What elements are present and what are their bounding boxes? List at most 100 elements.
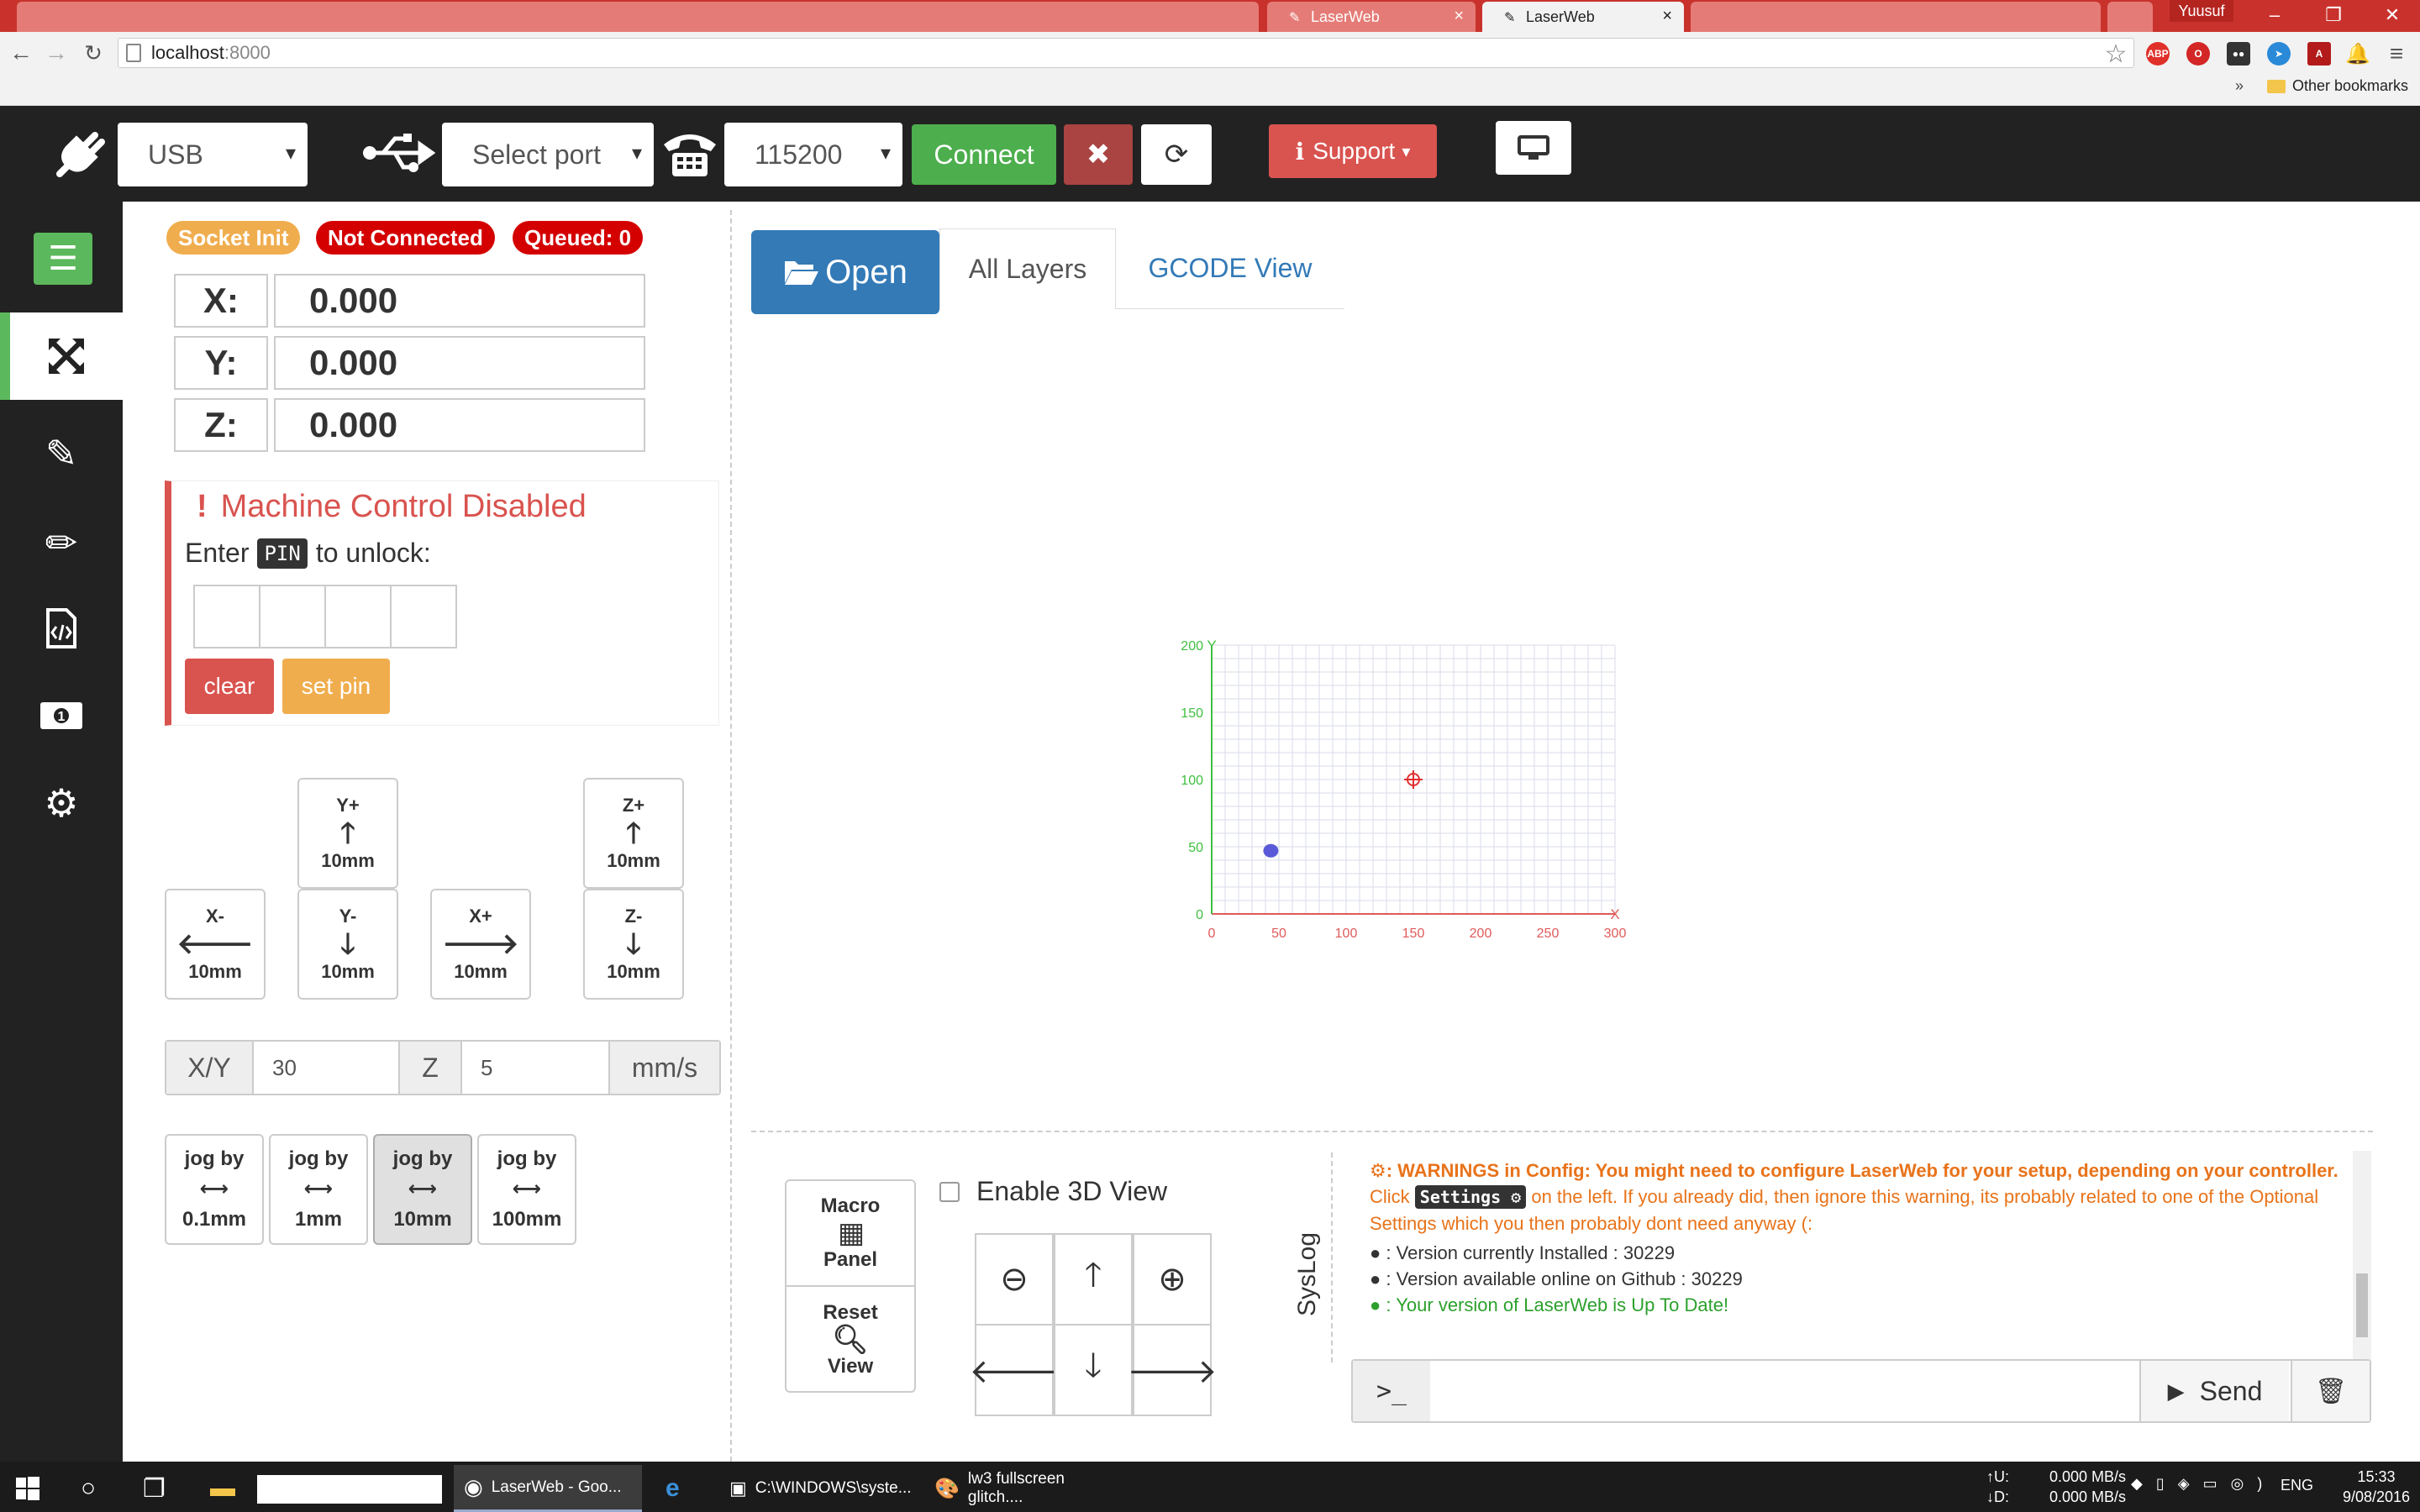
syslog-scroll-thumb[interactable]	[2356, 1273, 2368, 1337]
panel-divider	[730, 210, 732, 1462]
sidebar-item-edit[interactable]: ✎	[0, 410, 123, 497]
z-feed-input[interactable]: 5	[464, 1042, 607, 1094]
close-window-icon[interactable]: ✕	[2363, 0, 2420, 30]
dro-z-label: Z:	[174, 398, 268, 452]
jog-y-plus-button[interactable]: Y+ 🡑 10mm	[297, 778, 398, 889]
adblock-icon[interactable]: ABP	[2146, 42, 2170, 66]
reload-icon[interactable]: ↻	[79, 37, 108, 69]
bookmark-star-icon[interactable]: ☆	[2102, 40, 2129, 68]
cortana-button[interactable]: ○	[71, 1465, 106, 1512]
lower-divider	[751, 1131, 2373, 1132]
close-tab-icon[interactable]: ×	[1454, 7, 1464, 26]
support-button[interactable]: ℹ Support ▾	[1269, 124, 1437, 178]
profile-badge[interactable]: Yuusuf	[2170, 0, 2233, 22]
pin-digit-2[interactable]	[259, 585, 326, 648]
cortana-icon: ○	[81, 1474, 97, 1502]
sidebar-menu-button[interactable]: ☰	[34, 233, 92, 285]
baud-select[interactable]: 115200 ▾	[724, 123, 902, 186]
jog-by-100mm-button[interactable]: jog by ⟷ 100mm	[477, 1134, 576, 1245]
display-button[interactable]	[1496, 121, 1571, 175]
log-entry-installed: ● : Version currently Installed : 30229	[1370, 1242, 1676, 1263]
chrome-menu-icon[interactable]: ≡	[2385, 40, 2408, 66]
taskbar-cmd[interactable]: ▣ C:\WINDOWS\syste...	[719, 1465, 912, 1512]
workspace-plot[interactable]: X Y 0 50 100 150 200 250 300 0 50 100 150 200	[1118, 454, 1975, 1042]
taskbar-search-box[interactable]	[257, 1475, 442, 1504]
back-icon[interactable]: ←	[7, 37, 35, 69]
incognito-icon[interactable]: ●●	[2227, 42, 2250, 66]
zoom-out-button[interactable]: ⊖	[975, 1233, 1054, 1326]
restore-icon[interactable]: ❐	[2304, 0, 2363, 30]
zoom-in-button[interactable]: ⊕	[1133, 1233, 1212, 1326]
jog-z-minus-button[interactable]: Z- 🡓 10mm	[583, 889, 684, 1000]
language-indicator[interactable]: ENG	[2281, 1477, 2313, 1494]
start-button[interactable]	[5, 1465, 50, 1512]
sidebar-item-draw[interactable]: ✏	[0, 499, 123, 586]
browser-tab-laserweb-active[interactable]: ✎ LaserWeb ×	[1482, 2, 1684, 32]
syslog-label: SysLog	[1293, 1231, 1321, 1317]
arrow-down-icon: 🡓	[626, 928, 641, 960]
browser-tab-4[interactable]	[1691, 2, 2101, 32]
windows-logo-icon	[16, 1477, 39, 1500]
plot-ticks: 0 50 100 150 200 250 300 0 50 100 150 200	[1181, 639, 1626, 941]
pin-digit-3[interactable]	[324, 585, 392, 648]
task-view-button[interactable]: ❐	[133, 1465, 176, 1512]
enable-3d-checkbox[interactable]	[939, 1181, 960, 1202]
disconnect-button[interactable]: ✖	[1064, 124, 1133, 185]
send-button[interactable]: ▶ Send	[2139, 1361, 2289, 1421]
tab-all-layers[interactable]: All Layers	[939, 228, 1116, 309]
tray-icons[interactable]: ◆▯◈▭◎)	[2131, 1475, 2275, 1493]
file-explorer-button[interactable]: ▬	[200, 1465, 245, 1512]
pan-left-button[interactable]: 🡐	[969, 1324, 1060, 1416]
pin-digit-4[interactable]	[390, 585, 457, 648]
sidebar-item-quote[interactable]: 1	[0, 672, 123, 759]
dro-x-value: 0.000	[274, 274, 645, 328]
macro-panel-button[interactable]: Macro ▦ Panel	[786, 1181, 914, 1287]
enable-3d-toggle[interactable]: Enable 3D View	[939, 1176, 1167, 1207]
new-tab-button[interactable]	[2107, 2, 2153, 32]
taskbar-edge[interactable]: e	[655, 1465, 690, 1512]
refresh-ports-button[interactable]: ⟳	[1141, 124, 1212, 185]
bookmarks-overflow-icon[interactable]: »	[2235, 77, 2244, 95]
forward-icon[interactable]: →	[42, 37, 71, 69]
browser-tab-laserweb-1[interactable]: ✎ LaserWeb ×	[1267, 2, 1476, 32]
xy-feed-input[interactable]: 30	[255, 1042, 397, 1094]
clock[interactable]: 15:33 9/08/2016	[2336, 1467, 2417, 1507]
jog-by-0.1mm-button[interactable]: jog by ⟷ 0.1mm	[165, 1134, 264, 1245]
pin-digit-1[interactable]	[193, 585, 260, 648]
jog-x-minus-button[interactable]: X- 🡐 10mm	[165, 889, 266, 1000]
connection-type-select[interactable]: USB ▾	[118, 123, 308, 186]
pan-up-button[interactable]: 🡑	[1054, 1233, 1133, 1326]
minimize-icon[interactable]: –	[2245, 0, 2304, 30]
sidebar-item-settings[interactable]: ⚙	[0, 759, 123, 847]
jog-by-10mm-button[interactable]: jog by ⟷ 10mm	[373, 1134, 472, 1245]
port-select[interactable]: Select port ▾	[442, 123, 654, 186]
close-tab-icon[interactable]: ×	[1662, 7, 1672, 26]
jog-x-plus-button[interactable]: X+ 🡒 10mm	[430, 889, 531, 1000]
console-input[interactable]	[1432, 1361, 2138, 1421]
jog-y-minus-button[interactable]: Y- 🡓 10mm	[297, 889, 398, 1000]
jog-z-plus-button[interactable]: Z+ 🡑 10mm	[583, 778, 684, 889]
connect-button[interactable]: Connect	[912, 124, 1056, 185]
clear-pin-button[interactable]: clear	[185, 659, 274, 714]
pdf-icon[interactable]: A	[2307, 42, 2331, 66]
notifications-icon[interactable]: 🔔	[2345, 42, 2370, 66]
other-bookmarks[interactable]: Other bookmarks	[2267, 77, 2408, 95]
sidebar-item-jog[interactable]	[0, 312, 123, 400]
tab-gcode-view[interactable]: GCODE View	[1116, 228, 1344, 309]
pan-down-button[interactable]: 🡓	[1054, 1324, 1133, 1416]
x-tick-label: 100	[1335, 927, 1358, 941]
sidebar-item-gcode[interactable]	[0, 585, 123, 672]
opera-icon[interactable]: O	[2186, 42, 2210, 66]
clear-console-button[interactable]: 🗑	[2291, 1361, 2370, 1421]
taskbar-chrome[interactable]: ◉ LaserWeb - Goo...	[454, 1465, 642, 1512]
browser-tab-1[interactable]	[17, 2, 1259, 32]
jog-by-1mm-button[interactable]: jog by ⟷ 1mm	[269, 1134, 368, 1245]
address-bar[interactable]	[118, 38, 2134, 68]
set-pin-button[interactable]: set pin	[282, 659, 390, 714]
taskbar-paint[interactable]: 🎨 lw3 fullscreen glitch....	[924, 1465, 1126, 1512]
open-file-button[interactable]: Open	[751, 230, 939, 314]
reset-view-button[interactable]: Reset 🔍︎ View	[786, 1287, 914, 1393]
telegram-icon[interactable]: ➤	[2267, 42, 2291, 66]
pan-right-button[interactable]: 🡒	[1127, 1324, 1218, 1416]
lock-prompt: Enter PIN to unlock:	[185, 538, 431, 569]
